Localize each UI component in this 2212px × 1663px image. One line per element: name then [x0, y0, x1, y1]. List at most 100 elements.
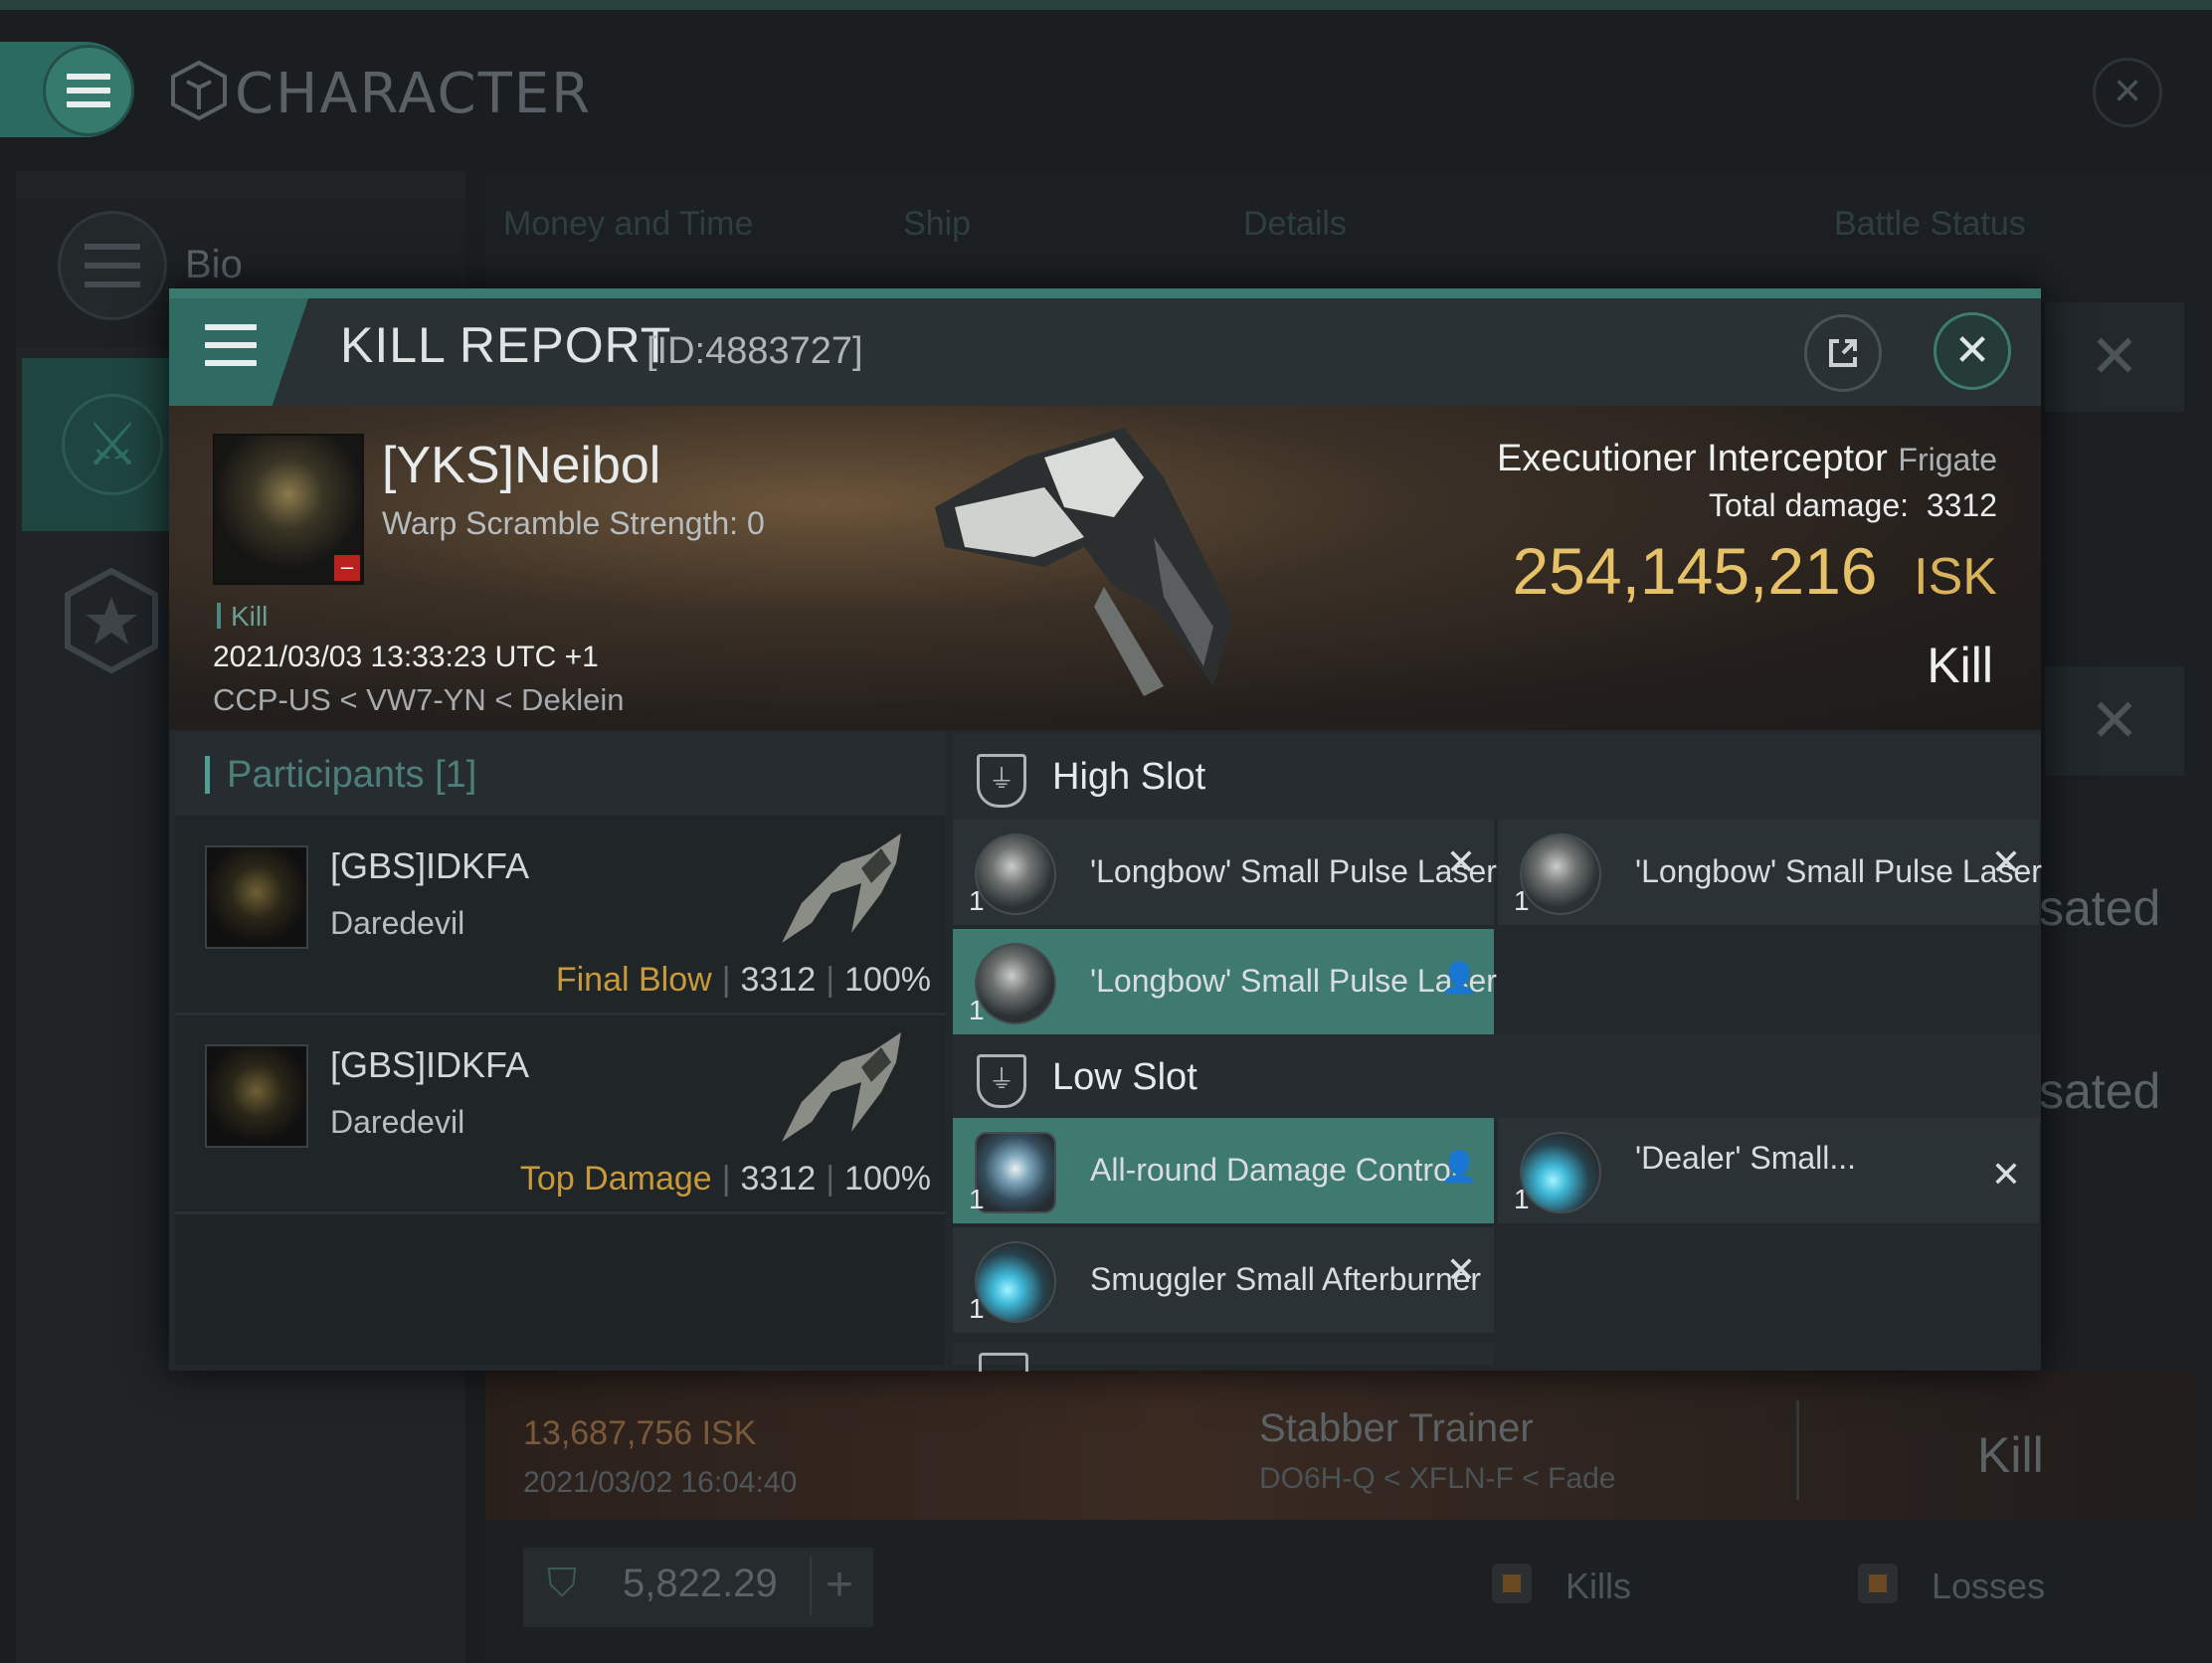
warp-scramble-strength: Warp Scramble Strength: 0 [382, 505, 765, 541]
external-link-icon [1829, 339, 1857, 367]
main-menu-button[interactable] [46, 48, 131, 133]
character-tabs: Money and Time Ship Details Battle Statu… [485, 175, 2212, 265]
destroyed-x-icon: ✕ [1990, 1154, 2021, 1195]
destroyed-x-icon: ✕ [1990, 841, 2021, 882]
participant-damage: 3312 [740, 1160, 817, 1198]
participant-role: Top Damage [519, 1160, 712, 1198]
star-badge-icon[interactable] [58, 567, 165, 674]
add-button[interactable]: + [810, 1556, 867, 1615]
character-logo-icon [171, 60, 227, 121]
fitting-tools-button[interactable]: ✕ [2045, 302, 2184, 412]
victim-ship-image[interactable] [915, 418, 1293, 716]
fitted-item[interactable]: 1 All-round Damage Control 👤 [953, 1118, 1494, 1223]
kill-row-isk: 13,687,756 ISK [523, 1414, 757, 1452]
sidebar-item-label: Bio [185, 243, 243, 286]
losses-filter-label: Losses [1932, 1566, 2046, 1606]
isk-amount: 254,145,216 [1512, 534, 1878, 608]
modal-title: KILL REPORT [340, 317, 672, 373]
fitted-item[interactable]: 1 Smuggler Small Afterburner ✕ [953, 1227, 1494, 1333]
kills-filter-label: Kills [1566, 1566, 1632, 1606]
damage-control-icon [975, 1132, 1056, 1213]
kill-tag-bar [217, 603, 221, 629]
total-damage-value: 3312 [1926, 487, 1997, 523]
tab-ship[interactable]: Ship [903, 205, 971, 244]
ship-name: Executioner Interceptor [1496, 438, 1888, 479]
losses-filter-checkbox[interactable] [1858, 1564, 1898, 1603]
item-name: All-round Damage Control [1090, 1152, 1458, 1188]
item-name: Smuggler Small Afterburner [1090, 1261, 1482, 1297]
item-name: 'Dealer' Small... [1635, 1140, 1857, 1176]
background-text: sated [2039, 1063, 2161, 1119]
participant-portrait[interactable] [205, 1044, 308, 1148]
kill-location[interactable]: CCP-US < VW7-YN < Deklein [213, 682, 624, 718]
participants-count: [1] [435, 754, 477, 796]
participants-title: Participants [1] [227, 754, 476, 797]
participant-damage: 3312 [740, 961, 817, 999]
item-quantity: 1 [969, 1184, 985, 1214]
kill-result: Kill [1927, 638, 1993, 693]
high-slot-icon: ⏚ [977, 754, 1026, 808]
item-name: 'Longbow' Small Pulse Laser [1090, 963, 1497, 999]
ship-title[interactable]: Executioner Interceptor Frigate [1432, 438, 1997, 480]
balance-value: 5,822.29 [623, 1562, 778, 1605]
participant-stats: Final Blow | 3312 | 100% [555, 961, 931, 999]
dropped-person-icon: 👤 [1440, 1151, 1478, 1184]
external-link-button[interactable] [1804, 314, 1882, 392]
total-damage-label: Total damage: [1709, 487, 1910, 523]
kill-datetime: 2021/03/03 13:33:23 UTC +1 [213, 641, 599, 673]
participant-row[interactable]: [GBS]IDKFA Daredevil Top Damage | 3312 | 100… [175, 1016, 945, 1214]
low-slot-label: Low Slot [1052, 1056, 1198, 1098]
kill-tag: Kill [231, 601, 269, 632]
destroyed-x-icon: ✕ [1445, 841, 1476, 882]
mid-slot-header-peek [953, 1343, 1494, 1365]
modal-accent-line [169, 288, 2041, 298]
item-name: 'Longbow' Small Pulse Laser [1635, 853, 2042, 889]
participant-percent: 100% [844, 1160, 931, 1198]
participant-name: [GBS]IDKFA [330, 845, 530, 886]
low-slot-icon: ⏚ [977, 1054, 1026, 1108]
victim-name[interactable]: [YKS]Neibol [382, 436, 660, 495]
kill-row-result: Kill [1977, 1427, 2044, 1483]
pulse-laser-icon [975, 943, 1056, 1024]
hamburger-icon [67, 74, 110, 107]
participant-ship-image[interactable] [772, 1022, 911, 1152]
item-quantity: 1 [969, 1293, 985, 1324]
fitted-item[interactable]: 1 'Longbow' Small Pulse Laser ✕ [953, 820, 1497, 925]
kills-filter-checkbox[interactable] [1492, 1564, 1532, 1603]
item-quantity: 1 [1514, 1184, 1530, 1214]
bio-menu-icon[interactable] [58, 211, 167, 320]
afterburner-icon [1520, 1132, 1601, 1213]
close-button[interactable]: ✕ [1934, 312, 2011, 390]
participant-portrait[interactable] [205, 845, 308, 949]
participant-percent: 100% [844, 961, 931, 999]
dropped-person-icon: 👤 [1440, 962, 1478, 995]
hamburger-icon [205, 324, 257, 366]
high-slot-header: ⏚ High Slot [953, 734, 2041, 822]
tab-battle-status[interactable]: Battle Status [1834, 205, 2026, 244]
fitted-item[interactable]: 1 'Longbow' Small Pulse Laser 👤 [953, 929, 1497, 1034]
participant-ship-image[interactable] [772, 824, 911, 953]
crossed-swords-icon: ⚔ [62, 394, 163, 495]
low-slot-header: ⏚ Low Slot [953, 1034, 2041, 1122]
afterburner-icon [975, 1241, 1056, 1323]
tab-money-and-time[interactable]: Money and Time [503, 205, 753, 244]
mid-slot-icon [979, 1353, 1028, 1372]
participant-ship: Daredevil [330, 905, 465, 941]
top-strip [0, 0, 2212, 10]
kill-row-location: DO6H-Q < XFLN-F < Fade [1259, 1462, 1616, 1495]
item-quantity: 1 [969, 995, 985, 1025]
fitted-item[interactable]: 1 'Dealer' Small... ✕ [1498, 1118, 2039, 1223]
fitting-tools-button[interactable]: ✕ [2045, 666, 2184, 776]
total-damage: Total damage: 3312 [1432, 487, 1997, 524]
item-quantity: 1 [969, 885, 985, 916]
item-quantity: 1 [1514, 885, 1530, 916]
participants-header-bar [205, 756, 210, 794]
tab-details[interactable]: Details [1243, 205, 1347, 244]
participant-row[interactable]: [GBS]IDKFA Daredevil Final Blow | 3312 | 100… [175, 818, 945, 1016]
fitted-item[interactable]: 1 'Longbow' Small Pulse Laser ✕ [1498, 820, 2042, 925]
page-title: CHARACTER [235, 62, 593, 126]
shield-icon: ⛉ [547, 1562, 577, 1605]
close-window-button[interactable]: × [2093, 58, 2162, 127]
destroyed-x-icon: ✕ [1445, 1249, 1476, 1290]
ship-class: Frigate [1898, 442, 1997, 477]
